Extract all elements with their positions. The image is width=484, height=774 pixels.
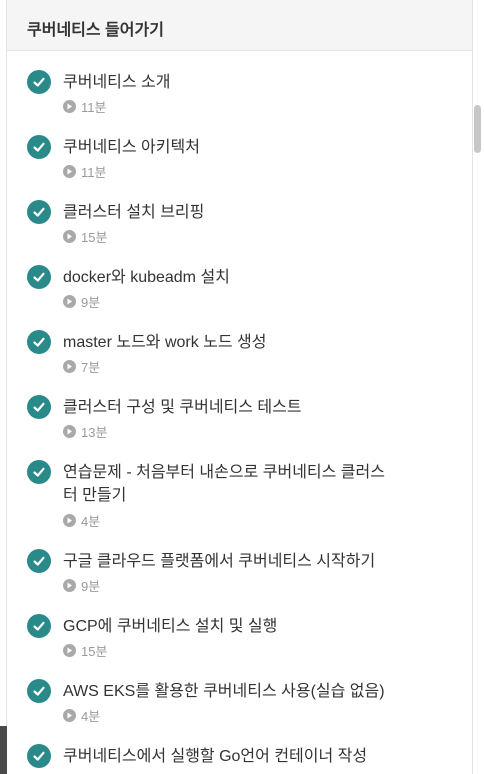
lesson-title: 쿠버네티스 소개 <box>63 74 171 91</box>
lesson-duration: 11분 <box>63 162 106 180</box>
play-icon <box>63 424 76 438</box>
duration-text: 4분 <box>81 513 101 529</box>
check-icon <box>27 549 51 573</box>
play-icon <box>63 359 76 373</box>
play-icon <box>63 294 76 308</box>
lesson-title: master 노드와 work 노드 생성 <box>63 334 267 351</box>
check-icon <box>27 614 51 638</box>
scrollbar-thumb[interactable] <box>474 105 481 153</box>
duration-text: 11분 <box>81 164 107 180</box>
lesson-title: 연습문제 - 처음부터 내손으로 쿠버네티스 클러스터 만들기 <box>63 464 385 504</box>
duration-text: 15분 <box>81 229 108 245</box>
lesson-duration: 11분 <box>63 97 106 115</box>
play-icon <box>63 578 76 592</box>
lesson-title: 쿠버네티스 아키텍처 <box>63 139 200 156</box>
duration-text: 11분 <box>81 99 107 115</box>
duration-text: 13분 <box>81 424 108 440</box>
play-icon <box>63 99 76 113</box>
lesson-title: AWS EKS를 활용한 쿠버네티스 사용(실습 없음) <box>63 683 385 700</box>
background-edge <box>0 726 7 774</box>
play-icon <box>63 643 76 657</box>
lesson-duration: 7분 <box>63 357 100 375</box>
check-icon <box>27 70 51 94</box>
lesson-duration: 15분 <box>63 641 107 659</box>
duration-text: 9분 <box>81 578 101 594</box>
lesson-title: 구글 클라우드 플랫폼에서 쿠버네티스 시작하기 <box>63 553 376 570</box>
lesson-title: docker와 kubeadm 설치 <box>63 269 230 286</box>
check-icon <box>27 460 51 484</box>
check-icon <box>27 395 51 419</box>
lesson-title: 클러스터 설치 브리핑 <box>63 204 205 221</box>
lesson-duration: 4분 <box>63 511 100 529</box>
duration-text: 4분 <box>81 708 101 724</box>
duration-text: 15분 <box>81 643 108 659</box>
lesson-title: 클러스터 구성 및 쿠버네티스 테스트 <box>63 399 302 416</box>
play-icon <box>63 708 76 722</box>
check-icon <box>27 200 51 224</box>
play-icon <box>63 229 76 243</box>
check-icon <box>27 265 51 289</box>
lesson-duration: 9분 <box>63 292 100 310</box>
lesson-duration: 9분 <box>63 576 100 594</box>
check-icon <box>27 744 51 768</box>
lesson-title: GCP에 쿠버네티스 설치 및 실행 <box>63 618 278 635</box>
lesson-duration: 4분 <box>63 706 100 724</box>
play-icon <box>63 164 76 178</box>
lesson-title: 쿠버네티스에서 실행할 Go언어 컨테이너 작성 <box>63 748 368 765</box>
section-title: 쿠버네티스 들어가기 <box>27 22 164 39</box>
check-icon <box>27 679 51 703</box>
check-icon <box>27 330 51 354</box>
lesson-duration: 15분 <box>63 227 107 245</box>
duration-text: 7분 <box>81 359 101 375</box>
play-icon <box>63 513 76 527</box>
curriculum-panel: 쿠버네티스 들어가기 쿠버네티스 소개 11분 쿠버네티스 아키텍처 11분 클… <box>6 0 473 774</box>
section-header[interactable]: 쿠버네티스 들어가기 <box>7 0 472 51</box>
duration-text: 9분 <box>81 294 101 310</box>
lesson-duration: 13분 <box>63 422 107 440</box>
check-icon <box>27 135 51 159</box>
